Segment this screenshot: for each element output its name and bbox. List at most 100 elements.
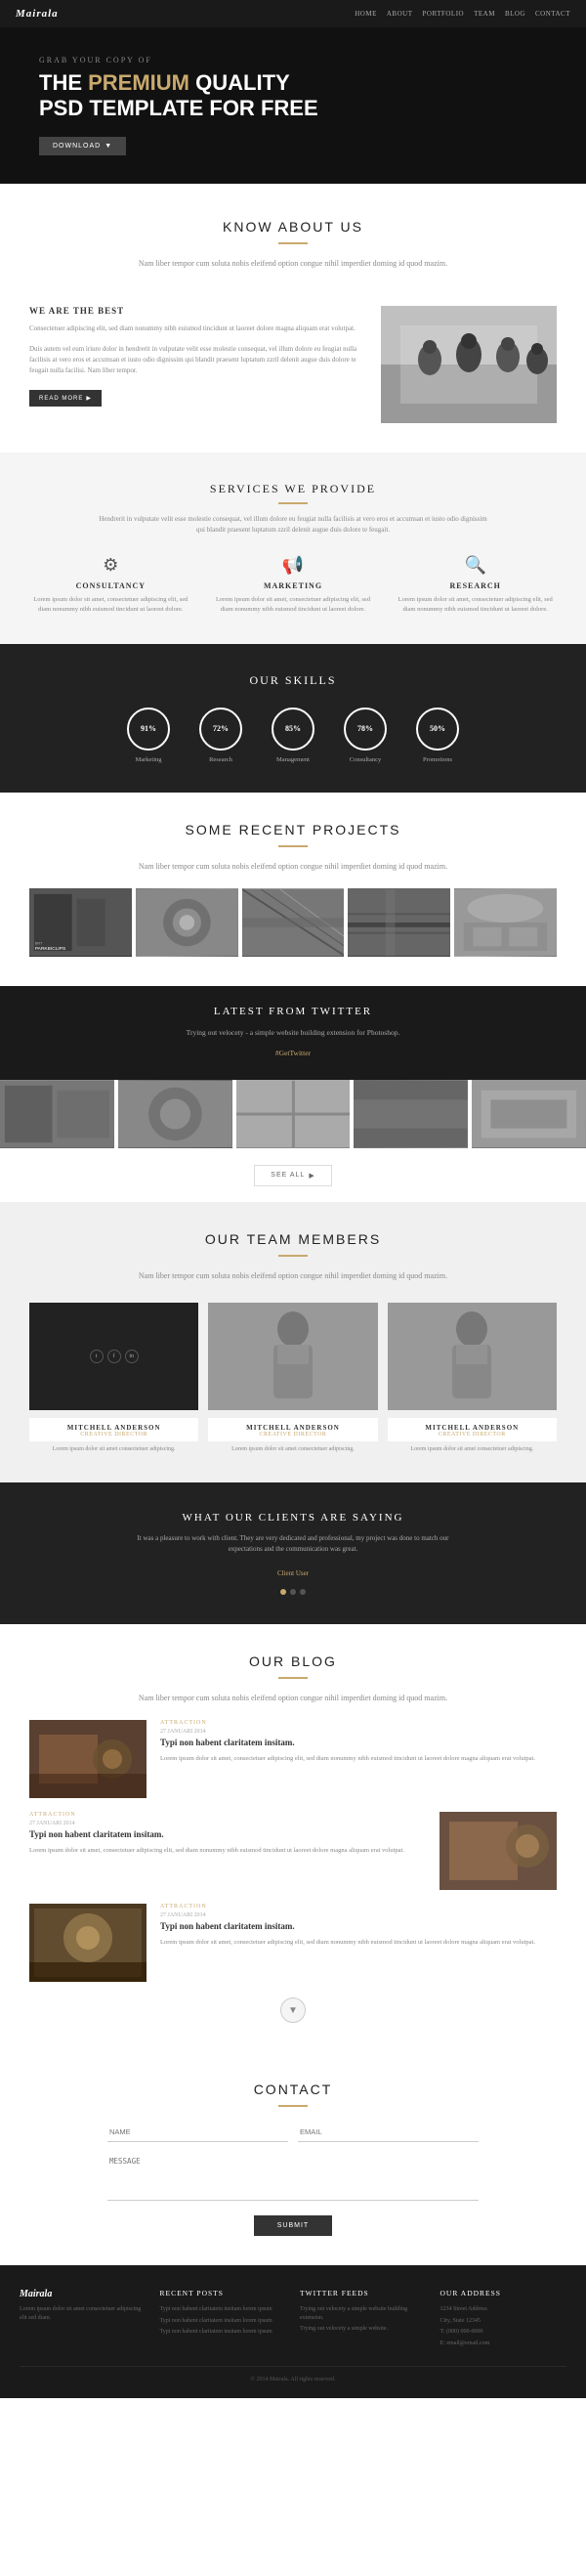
about-content: WE ARE THE BEST Consectetuer adipiscing … xyxy=(0,306,586,452)
see-all-label: SEE ALL xyxy=(271,1172,305,1179)
testimonials-section: WHAT OUR CLIENTS ARE SAYING It was a ple… xyxy=(0,1482,586,1623)
more-project-5[interactable] xyxy=(472,1080,586,1148)
projects-title: SOME RECENT PROJECTS xyxy=(29,822,557,837)
see-all-button[interactable]: SEE ALL ▶ xyxy=(254,1165,331,1186)
more-project-4[interactable] xyxy=(354,1080,468,1148)
dot-3[interactable] xyxy=(300,1589,306,1595)
team-name-2: MITCHELL ANDERSON xyxy=(392,1424,553,1432)
hero-subtitle: GRAB YOUR COPY OF xyxy=(39,56,547,64)
service-text-0: Lorem ipsum dolor sit amet, consectetuer… xyxy=(29,595,192,615)
nav-team[interactable]: TEAM xyxy=(474,10,495,18)
project-image-1: PARKBICLIPS BRT xyxy=(29,888,132,957)
blog-more-arrow-icon: ▼ xyxy=(288,2005,298,2016)
about-title: KNOW ABOUT US xyxy=(39,219,547,235)
contact-form: SUBMIT xyxy=(107,2123,479,2236)
project-thumb-4[interactable] xyxy=(348,888,450,957)
team-name-box-2: MITCHELL ANDERSON CREATIVE DIRECTOR xyxy=(388,1418,557,1441)
skill-circle-1: 72% xyxy=(199,708,242,751)
more-project-1[interactable] xyxy=(0,1080,114,1148)
team-photo-2 xyxy=(388,1303,557,1410)
footer-list-item: Trying out velocety a simple website bui… xyxy=(300,2305,427,2322)
blog-post-title-1[interactable]: Typi non habent claritatem insitam. xyxy=(29,1829,426,1841)
see-all-arrow-icon: ▶ xyxy=(309,1172,314,1180)
linkedin-social-icon[interactable]: in xyxy=(125,1350,139,1363)
skill-label-2: Management xyxy=(272,756,314,763)
submit-button[interactable]: SUBMIT xyxy=(254,2215,332,2236)
services-divider xyxy=(278,502,308,504)
project-thumb-2[interactable] xyxy=(136,888,238,957)
project-thumb-3[interactable] xyxy=(242,888,345,957)
team-photo-gray-2 xyxy=(388,1303,557,1410)
download-button[interactable]: DOWNLOAD ▼ xyxy=(39,137,126,155)
nav-portfolio[interactable]: PORTFOLIO xyxy=(423,10,465,18)
skill-circle-3: 78% xyxy=(344,708,387,751)
nav-links: HOME ABOUT PORTFOLIO TEAM BLOG CONTACT xyxy=(355,10,570,18)
blog-excerpt-2: Lorem ipsum dolor sit amet, consectetuer… xyxy=(160,1938,557,1948)
blog-post-title-2[interactable]: Typi non habent claritatem insitam. xyxy=(160,1921,557,1933)
email-input[interactable] xyxy=(298,2123,479,2142)
team-photo-0: t f in xyxy=(29,1303,198,1410)
nav-home[interactable]: HOME xyxy=(355,10,377,18)
nav-about[interactable]: ABOUT xyxy=(387,10,413,18)
team-role-1: CREATIVE DIRECTOR xyxy=(212,1432,373,1438)
team-member-0: t f in MITCHELL ANDERSON CREATIVE DIRECT… xyxy=(29,1303,198,1453)
more-project-3[interactable] xyxy=(236,1080,351,1148)
services-title: SERVICES WE PROVIDE xyxy=(29,482,557,496)
service-research: 🔍 RESEARCH Lorem ipsum dolor sit amet, c… xyxy=(394,555,557,615)
message-textarea[interactable] xyxy=(107,2152,479,2201)
skill-label-3: Consultancy xyxy=(344,756,387,763)
blog-excerpt-0: Lorem ipsum dolor sit amet, consectetuer… xyxy=(160,1754,557,1764)
see-all-container: SEE ALL ▶ xyxy=(0,1148,586,1202)
twitter-link[interactable]: #GetTwitter xyxy=(275,1049,311,1057)
blog-title: OUR BLOG xyxy=(29,1653,557,1669)
team-photo-gray-1 xyxy=(208,1303,377,1410)
read-more-button[interactable]: READ MORE ▶ xyxy=(29,390,102,407)
download-arrow-icon: ▼ xyxy=(105,143,112,150)
more-project-image-2 xyxy=(118,1080,232,1148)
service-marketing: 📢 MARKETING Lorem ipsum dolor sit amet, … xyxy=(212,555,375,615)
blog-image-0 xyxy=(29,1720,146,1798)
blog-more-button[interactable]: ▼ xyxy=(280,1997,306,2023)
footer-grid: Mairala Lorem ipsum dolor sit amet conse… xyxy=(20,2289,566,2350)
twitter-title: LATEST FROM TWITTER xyxy=(29,1006,557,1017)
about-we-are-best: WE ARE THE BEST xyxy=(29,306,361,316)
twitter-social-icon[interactable]: t xyxy=(90,1350,104,1363)
more-project-image-4 xyxy=(354,1080,468,1148)
about-header: KNOW ABOUT US Nam liber tempor cum solut… xyxy=(0,184,586,306)
more-project-image-5 xyxy=(472,1080,586,1148)
project-thumb-1[interactable]: PARKBICLIPS BRT xyxy=(29,888,132,957)
about-divider xyxy=(278,242,308,244)
skill-label-1: Research xyxy=(199,756,242,763)
blog-category-1: ATTRACTION xyxy=(29,1812,426,1818)
blog-post-title-0[interactable]: Typi non habent claritatem insitam. xyxy=(160,1738,557,1749)
skills-section: OUR SKILLS 91% Marketing 72% Research 85… xyxy=(0,644,586,793)
name-input[interactable] xyxy=(107,2123,288,2142)
blog-excerpt-1: Lorem ipsum dolor sit amet, consectetuer… xyxy=(29,1846,426,1856)
team-member-1: MITCHELL ANDERSON CREATIVE DIRECTOR Lore… xyxy=(208,1303,377,1453)
skill-circle-0: 91% xyxy=(127,708,170,751)
dot-2[interactable] xyxy=(290,1589,296,1595)
skills-title: OUR SKILLS xyxy=(20,673,566,688)
twitter-section: LATEST FROM TWITTER Trying out velocety … xyxy=(0,986,586,1080)
more-project-2[interactable] xyxy=(118,1080,232,1148)
service-name-1: MARKETING xyxy=(212,581,375,590)
blog-img-svg-1 xyxy=(440,1812,557,1890)
twitter-text: Trying out velocety - a simple website b… xyxy=(29,1027,557,1039)
project-thumb-5[interactable] xyxy=(454,888,557,957)
team-text: Nam liber tempor cum soluta nobis eleife… xyxy=(98,1270,488,1283)
footer-list-item: E: email@email.com xyxy=(440,2340,567,2347)
skills-circles: 91% Marketing 72% Research 85% Managemen… xyxy=(20,708,566,763)
blog-more-container: ▼ xyxy=(29,1982,557,2023)
service-consultancy: ⚙ CONSULTANCY Lorem ipsum dolor sit amet… xyxy=(29,555,192,615)
blog-divider xyxy=(278,1677,308,1679)
research-icon: 🔍 xyxy=(394,555,557,576)
blog-section: OUR BLOG Nam liber tempor cum soluta nob… xyxy=(0,1624,586,2053)
dot-1[interactable] xyxy=(280,1589,286,1595)
team-desc-1: Lorem ipsum dolor sit amet consectetuer … xyxy=(208,1445,377,1453)
hero-title: THE PREMIUM QUALITY PSD TEMPLATE FOR FRE… xyxy=(39,70,547,122)
facebook-social-icon[interactable]: f xyxy=(107,1350,121,1363)
copyright: © 2014 Mairala. All rights reserved. xyxy=(250,2377,335,2383)
nav-contact[interactable]: CONTACT xyxy=(535,10,570,18)
team-role-0: CREATIVE DIRECTOR xyxy=(33,1432,194,1438)
nav-blog[interactable]: BLOG xyxy=(505,10,525,18)
